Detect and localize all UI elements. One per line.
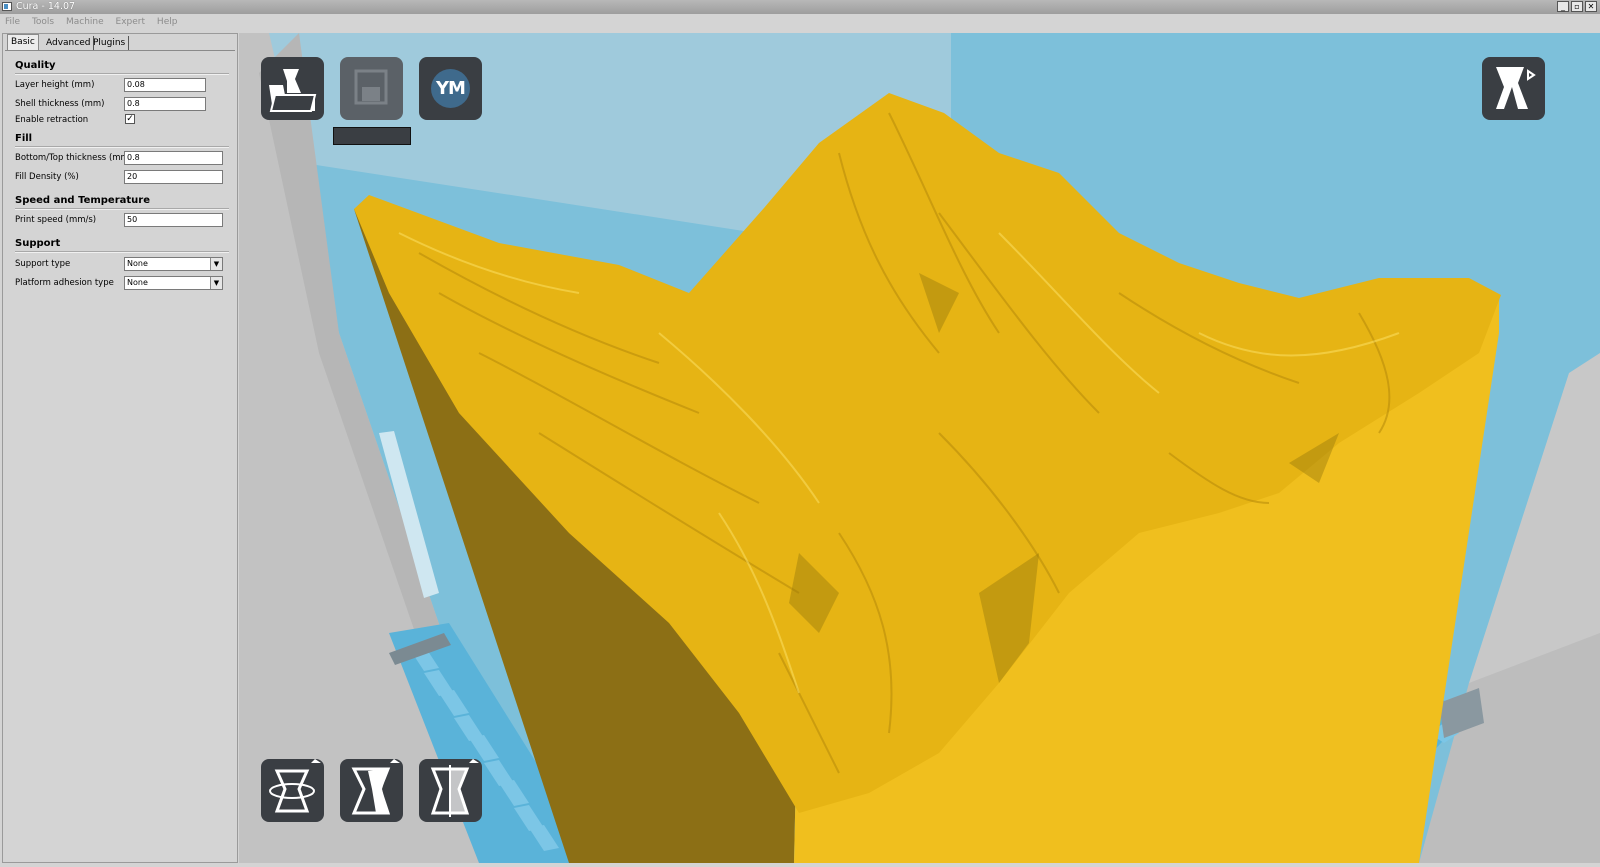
settings-panel: Basic Advanced Plugins Quality Layer hei… bbox=[2, 33, 238, 863]
speed-heading: Speed and Temperature bbox=[15, 195, 150, 206]
view-mode-icon bbox=[1496, 67, 1536, 109]
support-type-value: None bbox=[127, 259, 148, 268]
retraction-checkbox[interactable]: ✓ bbox=[125, 114, 135, 124]
menu-file[interactable]: File bbox=[1, 14, 24, 31]
scale-icon bbox=[351, 759, 400, 815]
divider bbox=[15, 208, 229, 210]
support-type-select[interactable]: None ▼ bbox=[124, 257, 223, 271]
menu-expert[interactable]: Expert bbox=[112, 14, 150, 31]
tab-advanced[interactable]: Advanced bbox=[43, 36, 95, 50]
maximize-button[interactable]: ▫ bbox=[1571, 1, 1583, 12]
tab-basic[interactable]: Basic bbox=[7, 34, 39, 51]
save-gcode-button[interactable] bbox=[340, 57, 403, 120]
tab-plugins[interactable]: Plugins bbox=[90, 36, 130, 50]
load-model-button[interactable] bbox=[261, 57, 324, 120]
shell-thickness-field[interactable]: 0.8 bbox=[124, 97, 206, 111]
scene-render bbox=[239, 33, 1600, 863]
adhesion-type-value: None bbox=[127, 278, 148, 287]
window-title: Cura - 14.07 bbox=[16, 1, 76, 12]
shell-thickness-label: Shell thickness (mm) bbox=[15, 99, 105, 109]
view-mode-button[interactable] bbox=[1482, 57, 1545, 120]
menu-bar: File Tools Machine Expert Help bbox=[0, 14, 1600, 31]
dropdown-arrow-icon[interactable]: ▼ bbox=[210, 277, 222, 289]
mirror-icon bbox=[430, 759, 479, 817]
bottom-top-thickness-label: Bottom/Top thickness (mm) bbox=[15, 153, 133, 163]
divider bbox=[15, 73, 229, 75]
youmagine-icon: YM bbox=[431, 69, 470, 108]
layer-height-field[interactable]: 0.08 bbox=[124, 78, 206, 92]
close-button[interactable]: ✕ bbox=[1585, 1, 1597, 12]
print-speed-label: Print speed (mm/s) bbox=[15, 215, 97, 225]
save-icon bbox=[354, 69, 388, 105]
menu-tools[interactable]: Tools bbox=[28, 14, 58, 31]
divider bbox=[15, 251, 229, 253]
quality-heading: Quality bbox=[15, 60, 56, 71]
menu-machine[interactable]: Machine bbox=[62, 14, 108, 31]
retraction-label: Enable retraction bbox=[15, 115, 89, 125]
youmagine-button[interactable]: YM bbox=[419, 57, 482, 120]
divider bbox=[15, 146, 229, 148]
rotate-button[interactable] bbox=[261, 759, 324, 822]
support-type-label: Support type bbox=[15, 259, 71, 269]
fill-density-label: Fill Density (%) bbox=[15, 172, 79, 182]
print-speed-field[interactable]: 50 bbox=[124, 213, 223, 227]
basic-settings: Quality Layer height (mm) 0.08 Shell thi… bbox=[5, 50, 235, 861]
slice-progress-bar bbox=[333, 127, 411, 145]
load-icon bbox=[269, 69, 317, 112]
dropdown-arrow-icon[interactable]: ▼ bbox=[210, 258, 222, 270]
minimize-button[interactable]: _ bbox=[1557, 1, 1569, 12]
menu-help[interactable]: Help bbox=[153, 14, 182, 31]
mirror-button[interactable] bbox=[419, 759, 482, 822]
fill-density-field[interactable]: 20 bbox=[124, 170, 223, 184]
fill-heading: Fill bbox=[15, 133, 33, 144]
3d-viewport[interactable]: YM bbox=[239, 33, 1600, 863]
scale-button[interactable] bbox=[340, 759, 403, 822]
adhesion-type-label: Platform adhesion type bbox=[15, 278, 114, 288]
bottom-top-thickness-field[interactable]: 0.8 bbox=[124, 151, 223, 165]
support-heading: Support bbox=[15, 238, 61, 249]
adhesion-type-select[interactable]: None ▼ bbox=[124, 276, 223, 290]
title-bar: Cura - 14.07 _ ▫ ✕ bbox=[0, 0, 1600, 14]
cura-app-icon bbox=[2, 2, 12, 11]
rotate-icon bbox=[269, 759, 321, 813]
layer-height-label: Layer height (mm) bbox=[15, 80, 95, 90]
